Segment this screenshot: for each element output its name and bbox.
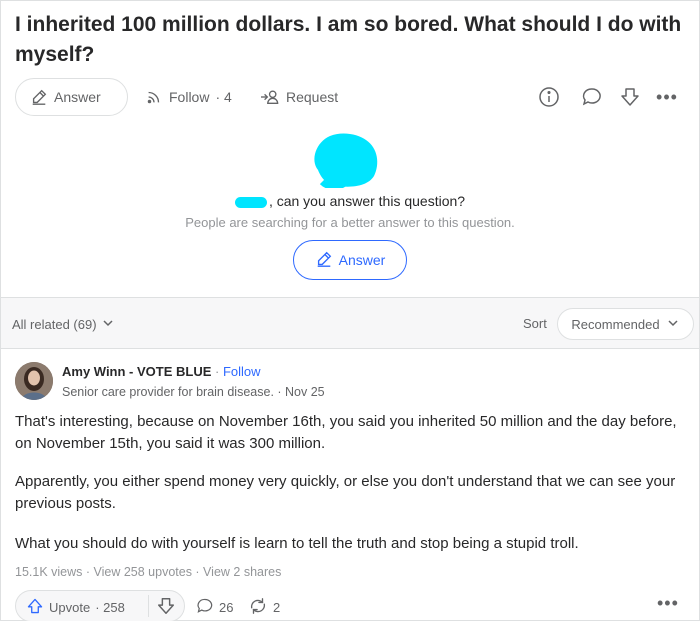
chevron-down-icon xyxy=(666,316,680,333)
question-title[interactable]: I inherited 100 million dollars. I am so… xyxy=(15,10,685,70)
all-related-label: All related (69) xyxy=(12,317,97,332)
all-related-dropdown[interactable]: All related (69) xyxy=(12,316,115,333)
vote-divider xyxy=(148,595,149,617)
answer-button-label: Answer xyxy=(54,89,101,105)
upvote-icon xyxy=(26,597,44,618)
question-action-bar: Answer Follow · 4 Request ••• xyxy=(15,78,685,116)
share-icon xyxy=(248,597,268,618)
redacted-avatar-blob xyxy=(314,133,378,188)
follow-author-link[interactable]: Follow xyxy=(223,364,261,379)
info-icon[interactable] xyxy=(537,85,561,109)
answer-paragraph: What you should do with yourself is lear… xyxy=(15,535,579,552)
answer-cta-label: Answer xyxy=(338,252,386,268)
follow-count: · 4 xyxy=(215,89,232,105)
downvote-button[interactable] xyxy=(156,596,176,621)
rss-icon xyxy=(145,88,163,106)
share-button[interactable]: 2 xyxy=(248,597,280,618)
sort-value: Recommended xyxy=(571,316,660,332)
request-button[interactable]: Request xyxy=(260,78,338,116)
answer-stats[interactable]: 15.1K views · View 258 upvotes · View 2 … xyxy=(15,565,281,579)
answer-prompt: , can you answer this question? xyxy=(0,193,700,209)
redacted-name xyxy=(234,196,267,208)
pencil-icon xyxy=(30,88,48,106)
follow-label: Follow xyxy=(169,89,210,105)
share-count: 2 xyxy=(273,600,281,615)
author-name[interactable]: Amy Winn - VOTE BLUE xyxy=(62,364,211,379)
comment-count: 26 xyxy=(219,600,234,615)
comments-button[interactable]: 26 xyxy=(196,597,233,618)
follow-button[interactable]: Follow · 4 xyxy=(145,78,232,116)
answer-paragraph: Apparently, you either spend money very … xyxy=(15,473,676,512)
vote-group: Upvote · 258 xyxy=(15,590,185,621)
author-line: Amy Winn - VOTE BLUE · Follow xyxy=(62,364,261,379)
upvote-label: Upvote xyxy=(49,600,91,615)
chevron-down-icon xyxy=(101,316,115,333)
pencil-icon xyxy=(315,250,333,271)
more-options-icon[interactable]: ••• xyxy=(657,594,679,612)
separator: · xyxy=(211,364,223,379)
request-user-icon xyxy=(260,88,280,106)
sort-label: Sort xyxy=(523,316,547,331)
more-options-icon[interactable]: ••• xyxy=(655,85,679,109)
downvote-icon xyxy=(158,598,174,614)
answer-prompt-text: , can you answer this question? xyxy=(268,193,466,209)
downvote-icon[interactable] xyxy=(618,85,642,109)
upvote-button[interactable]: Upvote · 258 xyxy=(26,597,125,618)
comment-icon xyxy=(196,597,214,618)
author-credential: Senior care provider for brain disease. … xyxy=(62,385,325,399)
answer-cta-button[interactable]: Answer xyxy=(293,240,407,280)
sort-dropdown[interactable]: Recommended xyxy=(557,308,694,340)
answer-prompt-subtext: People are searching for a better answer… xyxy=(185,215,515,230)
answer-button[interactable]: Answer xyxy=(15,78,128,116)
request-label: Request xyxy=(286,89,339,105)
comment-icon[interactable] xyxy=(580,85,604,109)
upvote-count: · 258 xyxy=(95,600,125,615)
author-avatar[interactable] xyxy=(15,362,53,400)
answer-paragraph: That's interesting, because on November … xyxy=(15,413,677,452)
related-answers-bar: All related (69) Sort Recommended xyxy=(1,297,699,349)
